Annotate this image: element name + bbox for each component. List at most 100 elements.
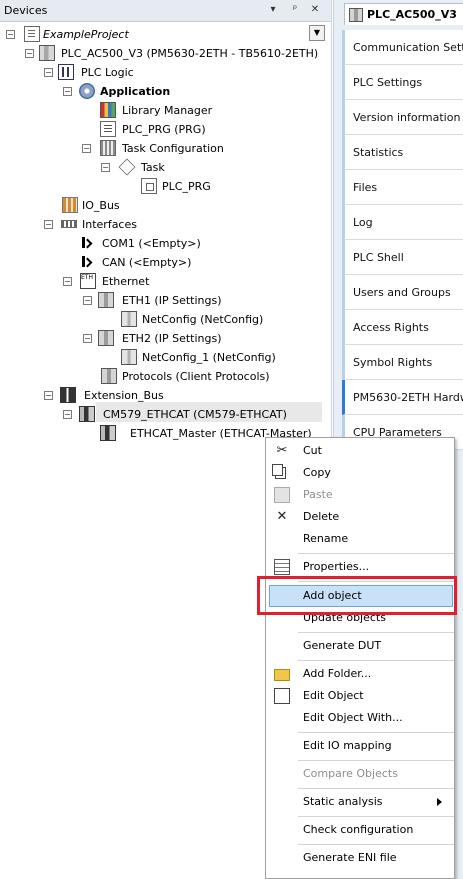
tree-node-io-bus[interactable]: IO_Bus (62, 196, 262, 215)
collapse-icon[interactable]: − (44, 220, 53, 229)
tree-node-application[interactable]: − Application (63, 82, 303, 101)
netconfig-icon (121, 311, 137, 327)
collapse-icon[interactable]: − (44, 68, 53, 77)
collapse-icon[interactable]: − (83, 296, 92, 305)
menu-item-properties[interactable]: Properties... (266, 556, 454, 578)
editor-tab-plc[interactable]: PLC_AC500_V3 (344, 3, 463, 25)
collapse-icon[interactable]: − (25, 49, 34, 58)
tab-users-and-groups[interactable]: Users and Groups (342, 275, 463, 310)
tree-label: Task (141, 161, 165, 174)
menu-item-edit-object[interactable]: Edit Object (266, 685, 454, 707)
project-icon (24, 26, 40, 42)
tree-node-project[interactable]: − ExampleProject (6, 25, 306, 44)
menu-label: Copy (303, 466, 331, 479)
devices-pane-title: Devices (4, 4, 48, 17)
menu-item-rename[interactable]: Rename (266, 528, 454, 550)
tree-label: CAN (<Empty>) (102, 256, 192, 269)
menu-item-static-analysis[interactable]: Static analysis (266, 791, 454, 813)
tree-node-eth2[interactable]: − ETH2 (IP Settings) (83, 329, 303, 348)
collapse-icon[interactable]: − (44, 391, 53, 400)
menu-item-generate-dut[interactable]: Generate DUT (266, 635, 454, 657)
tab-pm5630-hardware[interactable]: PM5630-2ETH Hardware (342, 380, 463, 415)
application-icon (79, 83, 95, 99)
pin-icon[interactable]: ᵖ (287, 2, 303, 18)
tree-node-protocols[interactable]: Protocols (Client Protocols) (101, 367, 301, 386)
menu-separator (298, 660, 454, 661)
tab-plc-shell[interactable]: PLC Shell (342, 240, 463, 275)
tree-label: Interfaces (82, 218, 137, 231)
menu-label: Generate ENI file (303, 851, 397, 864)
menu-item-compare-objects[interactable]: Compare Objects (266, 763, 454, 785)
tree-node-can[interactable]: CAN (<Empty>) (80, 253, 280, 272)
plc-device-icon (349, 8, 363, 22)
collapse-icon[interactable]: − (101, 163, 110, 172)
scissors-icon (274, 443, 290, 459)
tree-node-netconfig-1[interactable]: NetConfig_1 (NetConfig) (121, 348, 311, 367)
menu-item-generate-eni-file[interactable]: Generate ENI file (266, 847, 454, 869)
context-menu: Cut Copy Paste Delete Rename Properties.… (265, 437, 455, 879)
tree-node-task-plc-prg[interactable]: PLC_PRG (141, 177, 301, 196)
menu-item-check-configuration[interactable]: Check configuration (266, 819, 454, 841)
collapse-icon[interactable]: − (82, 144, 91, 153)
tree-node-task-configuration[interactable]: − Task Configuration (82, 139, 302, 158)
tab-statistics[interactable]: Statistics (342, 135, 463, 170)
tree-label: Application (100, 85, 171, 98)
close-icon[interactable]: ✕ (307, 2, 323, 18)
tree-label: ExampleProject (43, 28, 129, 41)
tree-label: IO_Bus (82, 199, 120, 212)
tree-node-plc-logic[interactable]: − PLC Logic (44, 63, 304, 82)
tree-node-eth1[interactable]: − ETH1 (IP Settings) (83, 291, 303, 310)
menu-item-edit-object-with[interactable]: Edit Object With... (266, 707, 454, 729)
tree-node-task[interactable]: − Task (101, 158, 301, 177)
tab-log[interactable]: Log (342, 205, 463, 240)
tree-dropdown-button[interactable]: ▼ (309, 25, 325, 41)
tab-symbol-rights[interactable]: Symbol Rights (342, 345, 463, 380)
tree-node-plc-prg[interactable]: PLC_PRG (PRG) (100, 120, 300, 139)
collapse-icon[interactable]: − (6, 30, 15, 39)
tab-version-information[interactable]: Version information (342, 100, 463, 135)
menu-label: Edit IO mapping (303, 739, 392, 752)
tree-label: PLC Logic (81, 66, 134, 79)
tree-label: PLC_PRG (PRG) (122, 123, 206, 136)
menu-label: Check configuration (303, 823, 414, 836)
menu-label: Properties... (303, 560, 370, 573)
tree-node-ethernet[interactable]: − Ethernet (63, 272, 283, 291)
tree-label: Protocols (Client Protocols) (122, 370, 270, 383)
edit-object-icon (274, 688, 290, 704)
menu-item-copy[interactable]: Copy (266, 462, 454, 484)
callout-box-add-object (257, 576, 457, 615)
tab-communication-settings[interactable]: Communication Settings (342, 30, 463, 65)
program-call-icon (141, 178, 157, 194)
library-manager-icon (100, 102, 116, 118)
tree-node-extension-bus[interactable]: − Extension_Bus (44, 386, 264, 405)
tree-node-cm579[interactable]: − CM579_ETHCAT (CM579-ETHCAT) (63, 405, 303, 424)
tree-node-library-manager[interactable]: Library Manager (100, 101, 300, 120)
tree-label: PLC_PRG (162, 180, 211, 193)
tab-access-rights[interactable]: Access Rights (342, 310, 463, 345)
collapse-icon[interactable]: − (63, 277, 72, 286)
menu-item-add-folder[interactable]: Add Folder... (266, 663, 454, 685)
tree-label: CM579_ETHCAT (CM579-ETHCAT) (103, 408, 287, 421)
tab-plc-settings[interactable]: PLC Settings (342, 65, 463, 100)
tree-node-netconfig[interactable]: NetConfig (NetConfig) (121, 310, 311, 329)
collapse-icon[interactable]: − (63, 87, 72, 96)
tree-node-plc[interactable]: − PLC_AC500_V3 (PM5630-2ETH - TB5610-2ET… (25, 44, 325, 63)
menu-label: Delete (303, 510, 340, 523)
plc-logic-icon (58, 64, 74, 80)
menu-item-edit-io-mapping[interactable]: Edit IO mapping (266, 735, 454, 757)
menu-item-cut[interactable]: Cut (266, 440, 454, 462)
can-port-icon (80, 254, 90, 270)
eth-module-icon (98, 330, 114, 346)
tree-node-interfaces[interactable]: − Interfaces (44, 215, 264, 234)
pane-options-icon[interactable]: ▾ (265, 2, 281, 18)
tree-label: PLC_AC500_V3 (PM5630-2ETH - TB5610-2ETH) (61, 47, 319, 60)
menu-item-delete[interactable]: Delete (266, 506, 454, 528)
menu-item-paste[interactable]: Paste (266, 484, 454, 506)
menu-label: Add Folder... (303, 667, 372, 680)
editor-tab-label: PLC_AC500_V3 (367, 8, 457, 21)
collapse-icon[interactable]: − (63, 410, 72, 419)
menu-separator (298, 816, 454, 817)
tree-node-com1[interactable]: COM1 (<Empty>) (80, 234, 280, 253)
collapse-icon[interactable]: − (83, 334, 92, 343)
tab-files[interactable]: Files (342, 170, 463, 205)
